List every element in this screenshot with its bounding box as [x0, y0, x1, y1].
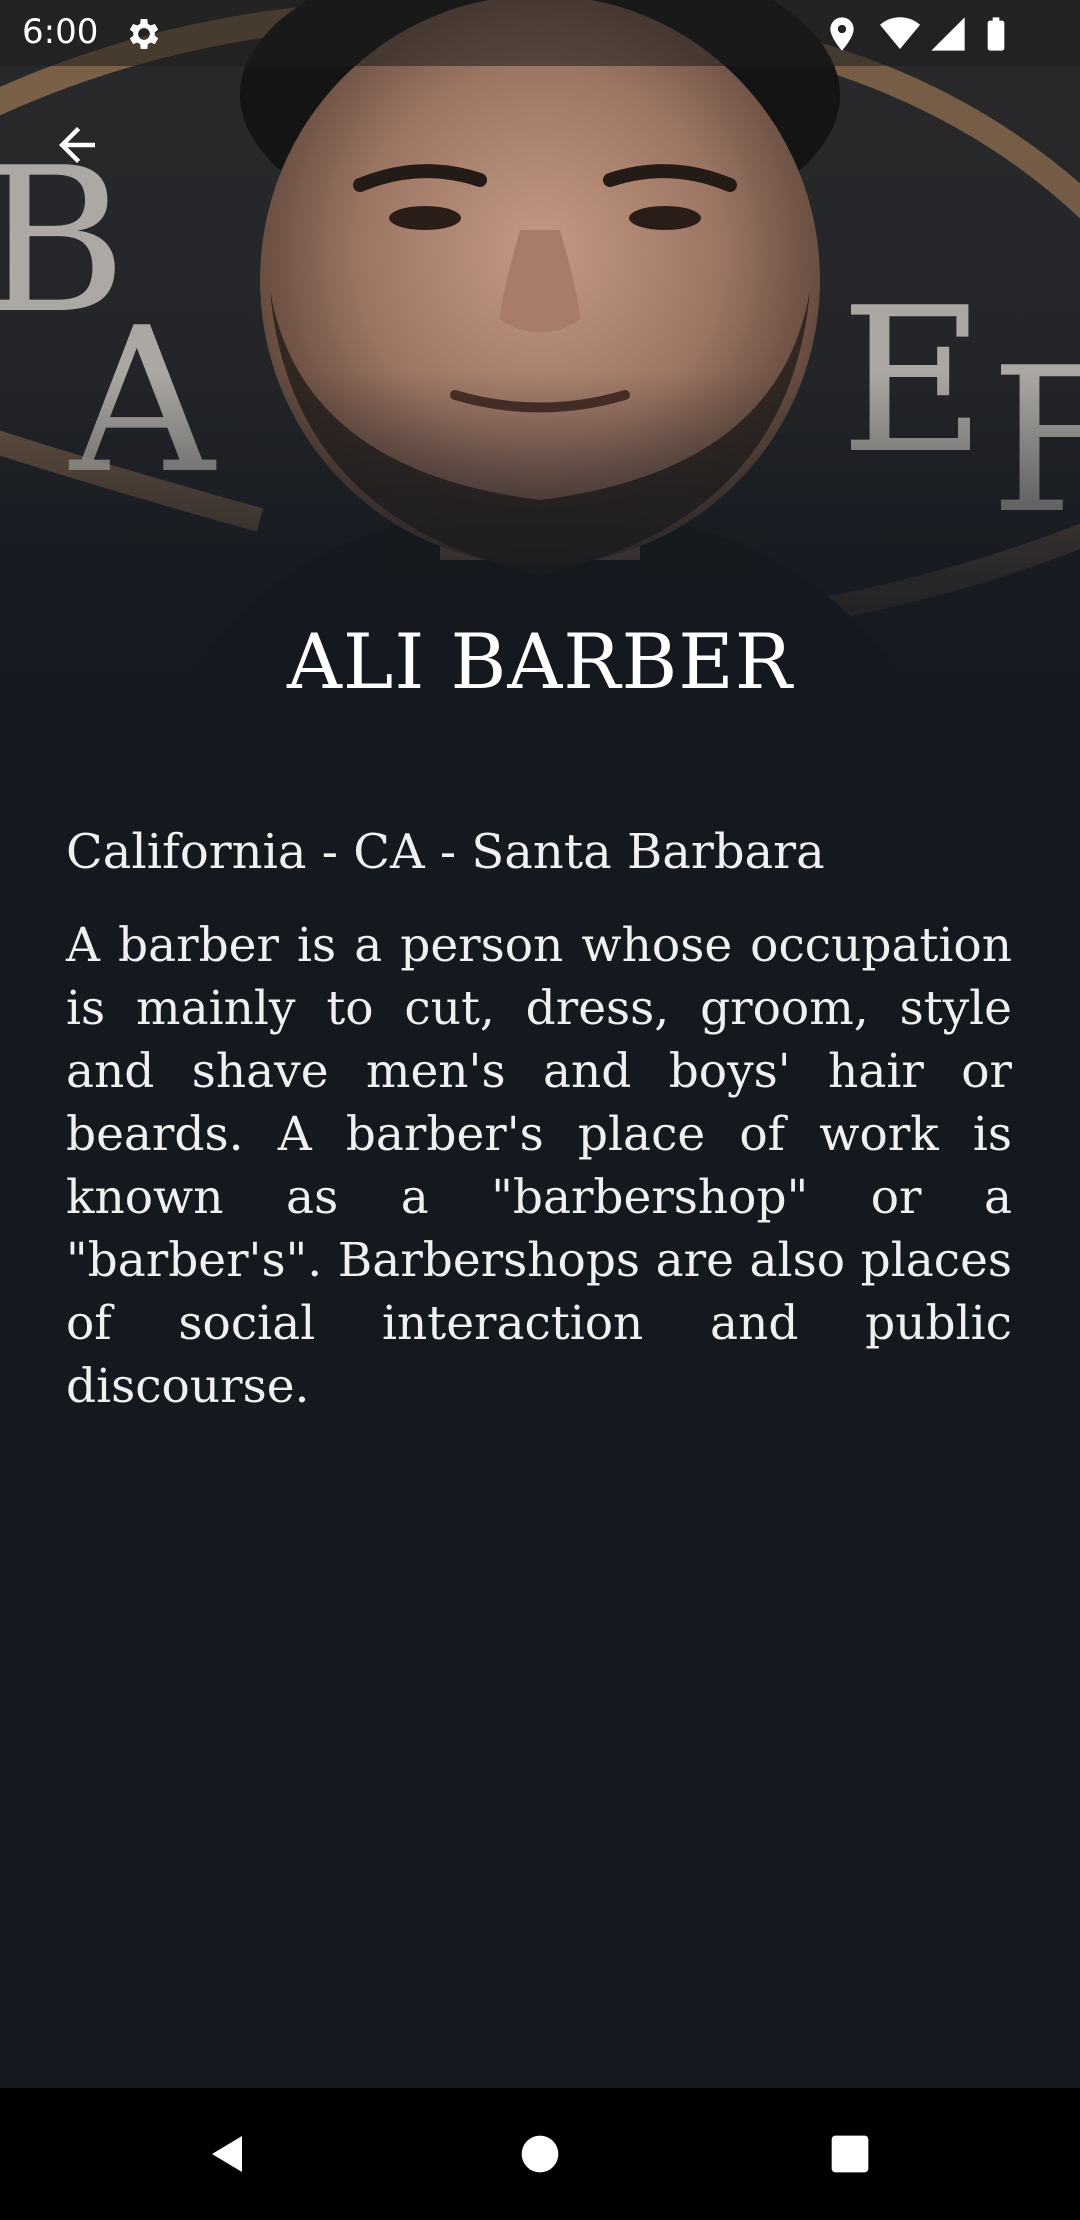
nav-recents-button[interactable]: [810, 2114, 890, 2194]
home-circle-icon: [521, 2135, 559, 2173]
status-bar: 6:00: [0, 0, 1080, 66]
battery-icon: [976, 14, 1016, 54]
system-nav-bar: [0, 2088, 1080, 2220]
arrow-left-icon: [59, 127, 95, 163]
profile-content: California - CA - Santa Barbara A barber…: [66, 812, 1012, 1418]
screen: B A E F ALI BAR: [0, 0, 1080, 2220]
back-triangle-icon: [212, 2136, 242, 2172]
nav-home-button[interactable]: [500, 2114, 580, 2194]
back-button[interactable]: [32, 100, 122, 190]
gear-icon: [124, 14, 164, 54]
wifi-icon: [880, 14, 920, 54]
signal-icon: [928, 14, 968, 54]
location-text: California - CA - Santa Barbara: [66, 824, 825, 880]
recents-square-icon: [831, 2135, 869, 2173]
location-icon: [822, 14, 862, 54]
status-time: 6:00: [22, 12, 99, 52]
nav-back-button[interactable]: [188, 2114, 268, 2194]
description-text: A barber is a person whose occupation is…: [66, 918, 1012, 1414]
page-title: ALI BARBER: [286, 617, 794, 706]
hero-banner: B A E F ALI BAR: [0, 0, 1080, 752]
